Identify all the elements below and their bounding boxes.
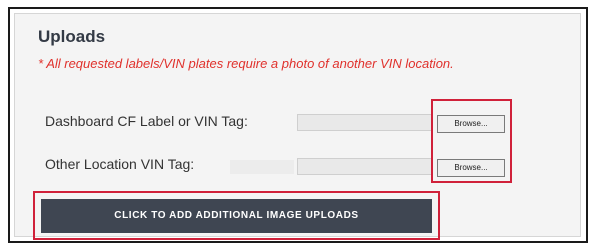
browse-buttons-highlight (431, 99, 512, 183)
dashboard-vin-file-field[interactable] (297, 114, 432, 131)
other-location-vin-file-field[interactable] (297, 158, 432, 175)
required-photo-note: * All requested labels/VIN plates requir… (38, 56, 454, 71)
uploads-title: Uploads (38, 27, 106, 46)
other-location-vin-label: Other Location VIN Tag: (45, 156, 195, 172)
add-image-uploads-button[interactable]: CLICK TO ADD ADDITIONAL IMAGE UPLOADS (41, 199, 432, 233)
dashboard-vin-label: Dashboard CF Label or VIN Tag: (45, 113, 248, 129)
blurred-region (230, 160, 294, 174)
